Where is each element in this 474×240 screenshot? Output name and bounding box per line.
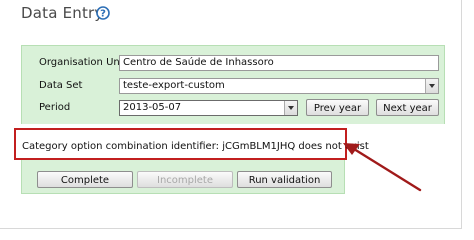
annotation-arrow-icon: [343, 143, 422, 192]
